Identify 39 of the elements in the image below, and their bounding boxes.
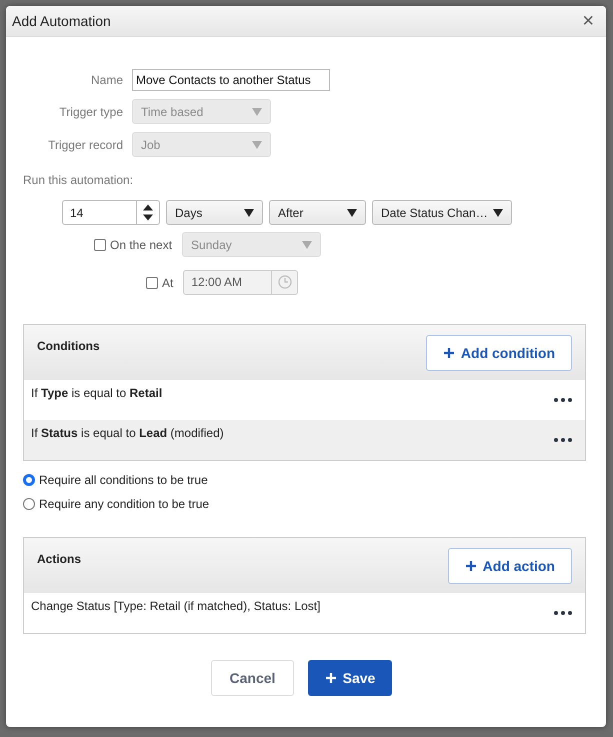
field-label: Name (90, 73, 123, 87)
select-field[interactable]: Days (166, 200, 263, 225)
action-text: Change Status [Type: Retail (if matched), Status: Lost] (31, 599, 320, 613)
caret-icon (244, 208, 254, 216)
field-label: Trigger type (58, 104, 123, 118)
save-button[interactable]: Save (308, 660, 392, 696)
add-action-button[interactable]: Add action (448, 548, 572, 584)
condition-text: If Type is equal to Retail (31, 386, 162, 400)
cancel-button[interactable]: Cancel (211, 660, 294, 696)
select-field[interactable]: Date Status Chan… (372, 200, 512, 225)
radio-label: Require all conditions to be true (39, 473, 208, 487)
field-label: Trigger record (47, 138, 123, 152)
caret-icon (252, 108, 262, 116)
caret-icon (252, 140, 262, 148)
more-icon[interactable] (554, 611, 572, 615)
plus-icon (442, 347, 455, 359)
caret-icon (493, 208, 503, 216)
caret-icon (347, 208, 357, 216)
number-field[interactable]: 14 (62, 200, 160, 225)
plus-icon (324, 672, 337, 684)
radio-button[interactable] (23, 498, 35, 510)
section-label: Run this automation: (23, 173, 134, 187)
close-button[interactable]: × (578, 11, 598, 31)
clock-icon (278, 275, 292, 289)
condition-text: If Status is equal to Lead (modified) (31, 426, 224, 440)
add-condition-button[interactable]: Add condition (426, 335, 572, 371)
name-field[interactable]: Move Contacts to another Status (132, 69, 330, 91)
panel-title: Actions (37, 552, 82, 566)
radio-button[interactable] (23, 474, 35, 486)
more-icon[interactable] (554, 438, 572, 442)
panel-title: Conditions (37, 339, 100, 353)
select-field[interactable]: After (269, 200, 366, 225)
checkbox-label: On the next (110, 238, 172, 252)
caret-icon (302, 240, 312, 248)
more-icon[interactable] (554, 398, 572, 402)
checkbox-label: At (162, 276, 174, 290)
dialog-title: Add Automation (12, 13, 111, 29)
plus-icon (464, 560, 477, 572)
radio-label: Require any condition to be true (39, 497, 210, 511)
